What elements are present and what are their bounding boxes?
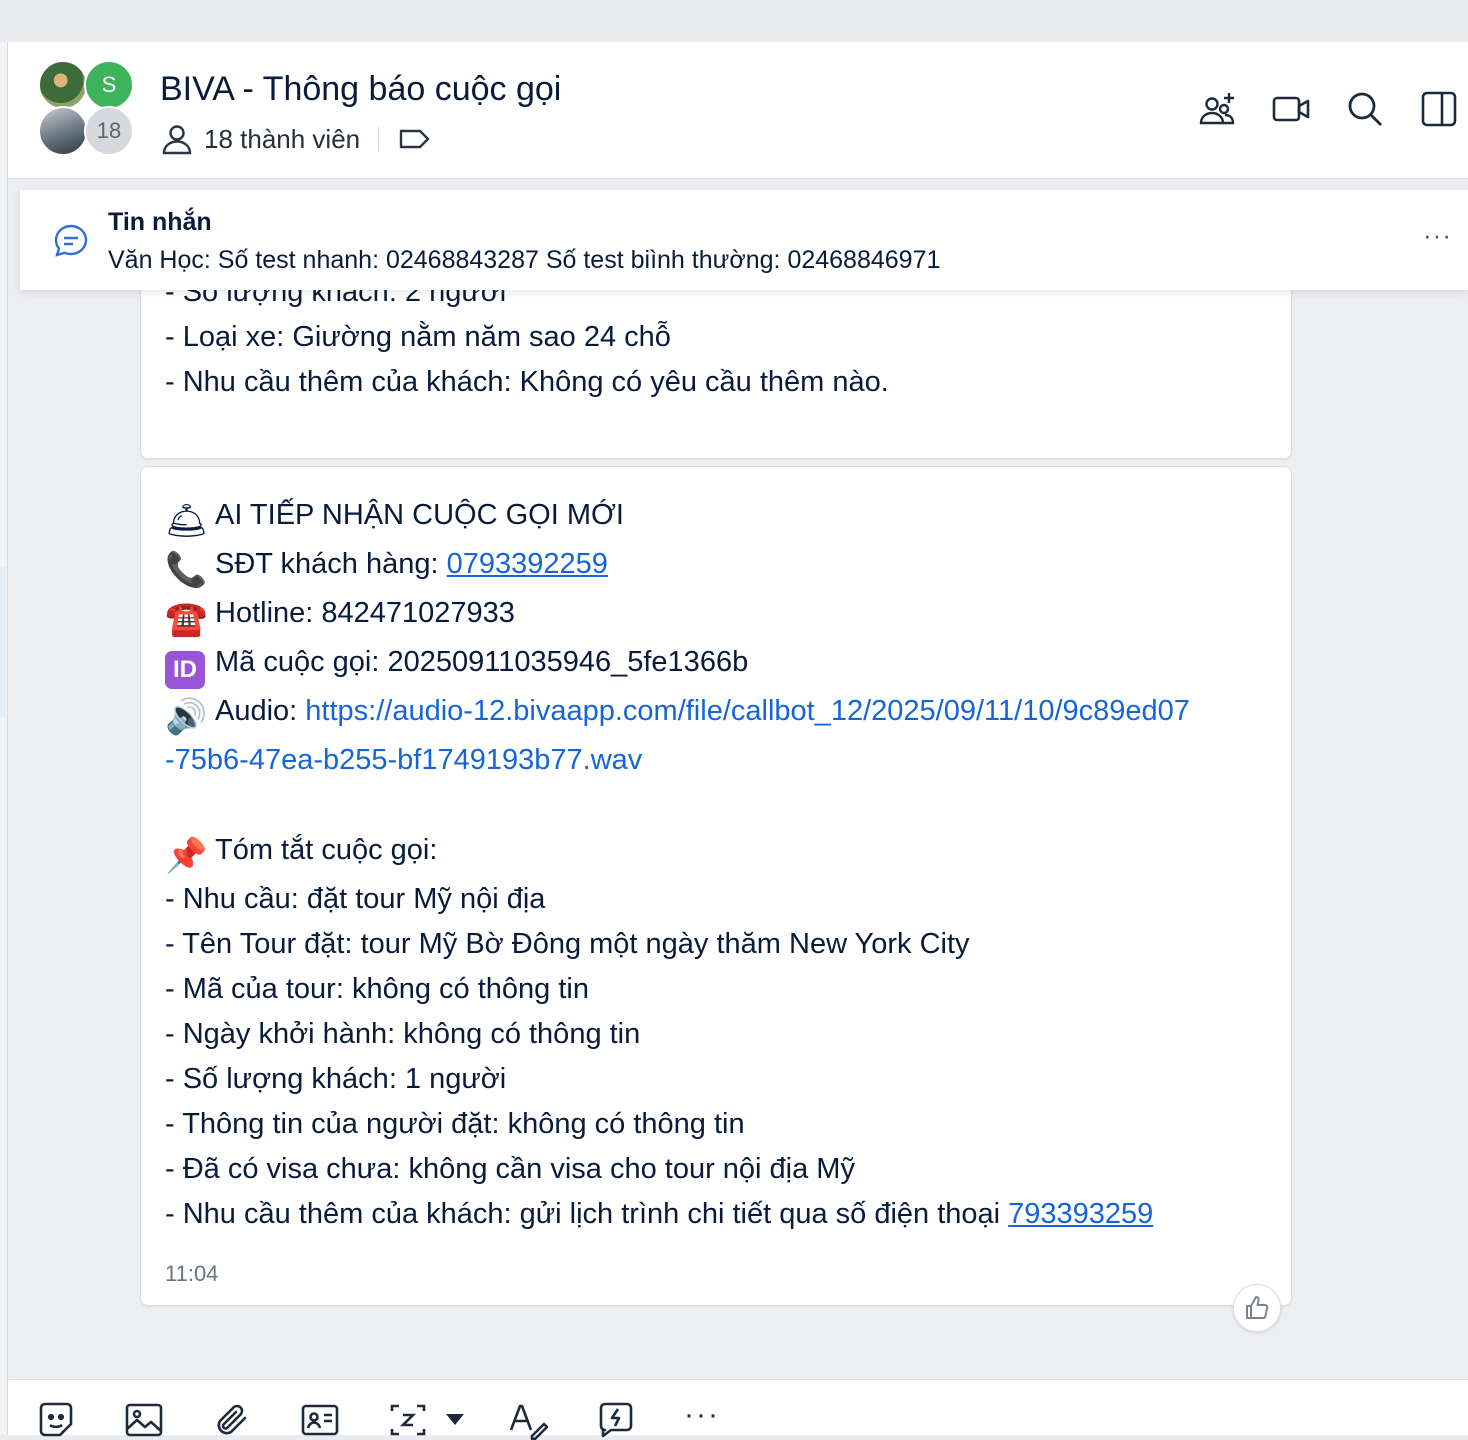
message-line: - Tên Tour đặt: tour Mỹ Bờ Đông một ngày… (165, 928, 970, 960)
pinned-text: Văn Học: Số test nhanh: 02468843287 Số t… (108, 246, 941, 274)
pushpin-icon: 📌 (165, 837, 208, 875)
add-member-icon[interactable] (1198, 90, 1236, 128)
telephone-icon: ☎️ (165, 600, 208, 638)
audio-link-continued[interactable]: -75b6-47ea-b255-bf1749193b77.wav (165, 744, 642, 776)
message-timestamp: 11:04 (165, 1261, 219, 1286)
left-edge-panel (0, 42, 8, 1434)
message-line: ID Mã cuộc gọi: 20250911035946_5fe1366b (165, 640, 1267, 689)
sticker-icon[interactable] (36, 1400, 76, 1440)
bell-icon: 🛎 (165, 502, 209, 540)
contact-card-icon[interactable] (300, 1400, 340, 1440)
message-line: -75b6-47ea-b255-bf1749193b77.wav (165, 738, 1267, 783)
divider (378, 127, 380, 151)
message-line: 🔊 Audio: https://audio-12.bivaapp.com/fil… (165, 689, 1267, 738)
chevron-down-icon[interactable] (444, 1408, 466, 1430)
customer-phone-link[interactable]: 0793392259 (447, 548, 608, 580)
message-line: 📞 SĐT khách hàng: 0793392259 (165, 542, 1267, 591)
member-avatar-photo (38, 106, 88, 156)
message-line: - Loại xe: Giường nằm năm sao 24 chỗ (165, 321, 671, 353)
pinned-message-bar[interactable]: Tin nhắn Văn Học: Số test nhanh: 0246884… (20, 190, 1468, 290)
phone-label: SĐT khách hàng: (215, 548, 447, 580)
message-line: 📌 Tóm tắt cuộc gọi: (165, 828, 1267, 877)
message-line: - Số lượng khách: 1 người (165, 1063, 507, 1095)
message-list[interactable]: - Số lượng khách: 2 người - Loại xe: Giư… (8, 179, 1468, 1379)
member-count-label[interactable]: 18 thành viên (204, 124, 360, 155)
message-line: - Mã của tour: không có thông tin (165, 973, 589, 1005)
thumbs-up-icon (1246, 1296, 1269, 1319)
speaker-icon: 🔊 (165, 698, 208, 736)
id-icon: ID (165, 651, 205, 689)
header-actions (1198, 90, 1458, 128)
sidebar-toggle-icon[interactable] (1420, 90, 1458, 128)
message-line: 🛎 AI TIẾP NHẬN CUỘC GỌI MỚI (165, 493, 1267, 542)
hotline-text: Hotline: 842471027933 (215, 597, 515, 629)
summary-title: Tóm tắt cuộc gọi: (215, 834, 438, 866)
member-count-badge: 18 (84, 106, 134, 156)
message-line: ☎️ Hotline: 842471027933 (165, 591, 1267, 640)
message-line: - Nhu cầu thêm của khách: gửi lịch trình… (165, 1192, 1267, 1237)
left-edge-highlight (0, 567, 6, 717)
quick-message-icon[interactable] (596, 1400, 636, 1440)
pinned-title: Tin nhắn (108, 208, 212, 236)
pinned-more-button[interactable]: ··· (1423, 220, 1452, 251)
message-line: - Đã có visa chưa: không cần visa cho to… (165, 1153, 855, 1185)
format-text-icon[interactable] (508, 1400, 548, 1440)
audio-label: Audio: (215, 695, 306, 727)
message-line: - Nhu cầu thêm của khách: Không có yêu c… (165, 366, 889, 398)
message-bubble[interactable]: 🛎 AI TIẾP NHẬN CUỘC GỌI MỚI 📞 SĐT khách hà… (140, 466, 1292, 1306)
phone-icon: 📞 (165, 551, 208, 589)
message-line: - Thông tin của người đặt: không có thôn… (165, 1108, 745, 1140)
message-line: - Ngày khởi hành: không có thông tin (165, 1018, 641, 1050)
composer-toolbar: ··· (8, 1379, 1468, 1440)
image-icon[interactable] (124, 1400, 164, 1440)
conversation-title[interactable]: BIVA - Thông báo cuộc gọi (160, 70, 561, 109)
search-icon[interactable] (1346, 90, 1384, 128)
call-id-text: Mã cuộc gọi: 20250911035946_5fe1366b (215, 646, 749, 678)
phone-link[interactable]: 793393259 (1008, 1198, 1153, 1230)
tag-icon[interactable] (397, 122, 431, 156)
audio-link[interactable]: https://audio-12.bivaapp.com/file/callbo… (305, 695, 1190, 727)
chat-bubble-icon (54, 224, 88, 257)
window-top-strip (0, 0, 1468, 42)
screenshot-icon[interactable] (388, 1400, 428, 1440)
attachment-icon[interactable] (212, 1400, 252, 1440)
message-line: - Nhu cầu: đặt tour Mỹ nội địa (165, 883, 546, 915)
conversation-header: S 18 BIVA - Thông báo cuộc gọi 18 thành … (8, 42, 1468, 179)
conversation-subline: 18 thành viên (160, 122, 431, 156)
group-avatar[interactable]: S 18 (38, 60, 138, 160)
reaction-button[interactable] (1233, 1284, 1281, 1332)
member-icon (162, 125, 192, 155)
message-text: - Nhu cầu thêm của khách: gửi lịch trình… (165, 1198, 1009, 1230)
more-options-button[interactable]: ··· (684, 1398, 720, 1432)
member-avatar-photo (38, 60, 88, 110)
video-call-icon[interactable] (1272, 90, 1310, 128)
member-avatar-letter: S (84, 60, 134, 110)
headline-text: AI TIẾP NHẬN CUỘC GỌI MỚI (215, 499, 624, 531)
